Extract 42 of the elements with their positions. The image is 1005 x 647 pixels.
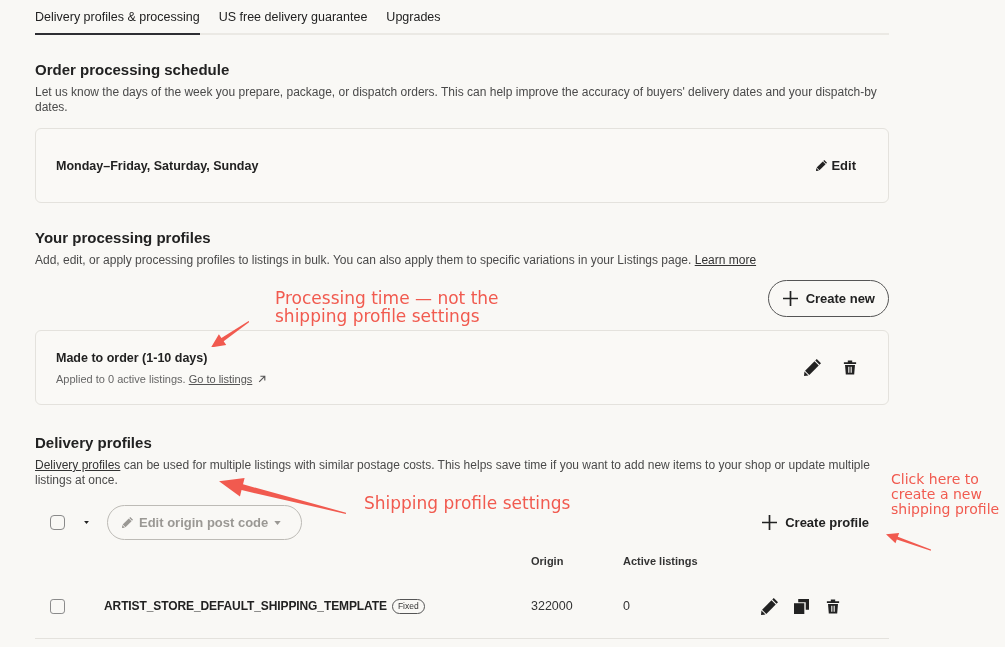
- caret-icon: [274, 520, 282, 525]
- section-description: Add, edit, or apply processing profiles to listings in bulk. You can also apply them to specific variations in your Listings page. Learn more: [35, 253, 758, 268]
- annotation-text: Processing time — not the shipping profile settings: [275, 289, 499, 325]
- copy-icon: [793, 598, 809, 614]
- table-cell-text: 322000: [531, 597, 574, 615]
- table-cell-text: 0: [623, 597, 631, 615]
- diagonal-arrow-icon: [258, 374, 267, 383]
- pencil-icon: [816, 160, 828, 171]
- profile-name: ARTIST_STORE_DEFAULT_SHIPPING_TEMPLATE: [104, 598, 387, 615]
- tab[interactable]: Delivery profiles & processing: [35, 0, 200, 35]
- go-to-listings-link[interactable]: Go to listings: [188, 370, 267, 387]
- schedule-text: Monday–Friday, Saturday, Sunday: [56, 157, 259, 175]
- caret-icon: [84, 521, 89, 524]
- section-description: Let us know the days of the week you prepare, package, or dispatch orders. This can help improve the accuracy of buyers' delivery dates and your dispatch-by dates.: [35, 85, 878, 115]
- trash-icon: [842, 360, 857, 375]
- section-description: Delivery profiles can be used for multiple listings with similar postage costs. This helps save time if you want to add new items to your shop or update multiple listings at once.: [35, 458, 871, 488]
- annotation-text: Click here to create a new shipping profile: [891, 472, 1000, 517]
- profile-title: Made to order (1-10 days): [56, 349, 209, 367]
- annotation-text: Shipping profile settings: [364, 494, 571, 512]
- create-profile-button[interactable]: Create profile: [750, 506, 881, 539]
- section-heading: Your processing profiles: [35, 228, 212, 248]
- tab[interactable]: Upgrades: [386, 0, 441, 35]
- trash-icon: [826, 598, 840, 614]
- arrow-icon: [211, 320, 250, 347]
- select-all-checkbox[interactable]: [50, 515, 65, 530]
- arrow-icon: [219, 477, 347, 514]
- listing-count-text: Applied to 0 active listings. Go to listings: [56, 370, 267, 387]
- plus-icon: [782, 291, 798, 306]
- section-heading: Order processing schedule: [35, 60, 231, 80]
- delivery-profiles-link[interactable]: Delivery profiles: [35, 458, 121, 472]
- pencil-icon: [804, 359, 821, 376]
- tab[interactable]: US free delivery guarantee: [218, 0, 368, 35]
- pencil-icon: [122, 517, 133, 528]
- arrow-icon: [886, 532, 932, 551]
- column-header: Active listings: [623, 553, 699, 569]
- column-header: Origin: [531, 553, 565, 569]
- plus-icon: [762, 515, 778, 530]
- row-checkbox[interactable]: [50, 598, 65, 614]
- learn-more-link[interactable]: Learn more: [694, 253, 757, 267]
- section-heading: Delivery profiles: [35, 433, 153, 453]
- pencil-icon: [760, 597, 778, 615]
- edit-button[interactable]: Edit: [804, 149, 868, 182]
